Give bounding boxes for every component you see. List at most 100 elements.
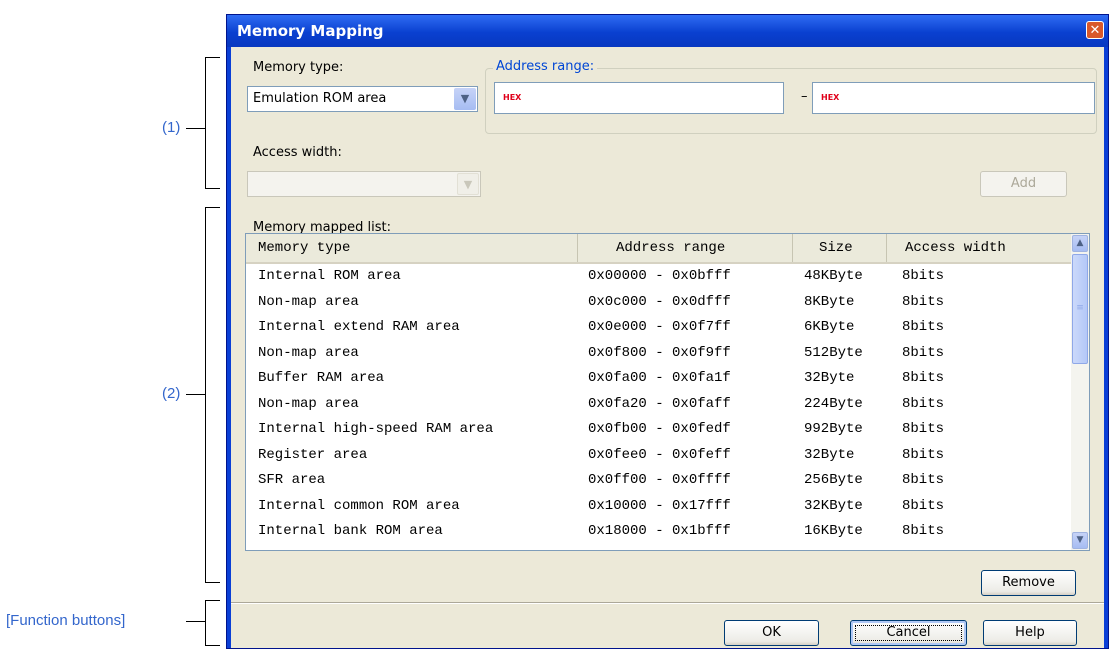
cell-memory-type: Non-map area bbox=[258, 344, 359, 361]
list-rows: Internal ROM area 0x00000 - 0x0bfff 48KByt… bbox=[246, 264, 1071, 545]
bracket-function-buttons bbox=[205, 600, 220, 646]
cell-access-width: 8bits bbox=[902, 472, 945, 488]
memory-type-label: Memory type: bbox=[253, 60, 344, 75]
access-width-label: Access width: bbox=[253, 145, 342, 160]
cell-access-width: 8bits bbox=[902, 497, 945, 514]
cell-address-range: 0x0ff00 - 0x0ffff bbox=[588, 472, 731, 488]
column-header-size[interactable]: Size bbox=[793, 234, 887, 262]
cell-memory-type: Buffer RAM area bbox=[258, 370, 385, 386]
column-header-memory-type[interactable]: Memory type bbox=[246, 234, 578, 262]
list-header: Memory type Address range Size Access wi… bbox=[246, 234, 1071, 264]
callout-function-buttons: [Function buttons] bbox=[6, 612, 126, 629]
cell-size: 32Byte bbox=[804, 446, 855, 463]
cell-memory-type: Register area bbox=[258, 446, 368, 463]
callout-section-2: (2) bbox=[162, 385, 181, 402]
cell-address-range: 0x0f800 - 0x0f9ff bbox=[588, 344, 731, 361]
cell-access-width: 8bits bbox=[902, 268, 945, 284]
column-header-address-range[interactable]: Address range bbox=[578, 234, 793, 262]
address-separator: – bbox=[801, 89, 808, 104]
focus-ring bbox=[855, 625, 962, 641]
cell-size: 6KByte bbox=[804, 319, 855, 335]
cell-size: 992Byte bbox=[804, 421, 863, 437]
cell-memory-type: Non-map area bbox=[258, 395, 359, 412]
cell-address-range: 0x0fb00 - 0x0fedf bbox=[588, 421, 731, 437]
cell-access-width: 8bits bbox=[902, 421, 945, 437]
cell-address-range: 0x0c000 - 0x0dfff bbox=[588, 293, 731, 310]
cell-access-width: 8bits bbox=[902, 319, 945, 335]
close-icon[interactable]: ✕ bbox=[1086, 21, 1104, 39]
cell-memory-type: Internal common ROM area bbox=[258, 497, 460, 514]
cell-memory-type: Internal ROM area bbox=[258, 268, 401, 284]
cell-memory-type: Internal high-speed RAM area bbox=[258, 421, 494, 437]
cell-size: 512Byte bbox=[804, 344, 863, 361]
memory-mapping-dialog: Memory Mapping ✕ Memory type: Emulation … bbox=[226, 14, 1109, 649]
table-row[interactable]: Non-map area 0x0c000 - 0x0dfff 8KByte 8bits bbox=[246, 290, 1071, 316]
address-start-placeholder: HEX bbox=[503, 93, 522, 102]
table-row[interactable]: Non-map area 0x0fa20 - 0x0faff 224Byte 8bit… bbox=[246, 392, 1071, 418]
footer-separator bbox=[231, 602, 1104, 604]
help-button[interactable]: Help bbox=[983, 620, 1077, 646]
cell-size: 16KByte bbox=[804, 523, 863, 539]
memory-type-select[interactable]: Emulation ROM area ▼ bbox=[247, 86, 478, 112]
access-width-select[interactable]: ▼ bbox=[247, 171, 481, 197]
cell-size: 32Byte bbox=[804, 370, 855, 386]
table-row[interactable]: Register area 0x0fee0 - 0x0feff 32Byte 8bit… bbox=[246, 443, 1071, 469]
cell-memory-type: Non-map area bbox=[258, 293, 359, 310]
title-bar[interactable]: Memory Mapping ✕ bbox=[227, 15, 1108, 47]
tick-function-buttons bbox=[186, 621, 205, 622]
cell-size: 256Byte bbox=[804, 472, 863, 488]
table-row[interactable]: Internal high-speed RAM area 0x0fb00 - 0x… bbox=[246, 417, 1071, 443]
dialog-title: Memory Mapping bbox=[237, 22, 384, 40]
vertical-scrollbar[interactable]: ▲ ≡ ▼ bbox=[1071, 234, 1089, 550]
cell-size: 224Byte bbox=[804, 395, 863, 412]
column-header-access-width[interactable]: Access width bbox=[887, 234, 1074, 262]
cell-access-width: 8bits bbox=[902, 293, 945, 310]
cell-access-width: 8bits bbox=[902, 395, 945, 412]
memory-mapped-list[interactable]: Memory type Address range Size Access wi… bbox=[245, 233, 1090, 551]
chevron-down-icon[interactable]: ▼ bbox=[454, 88, 476, 110]
cell-address-range: 0x0fa00 - 0x0fa1f bbox=[588, 370, 731, 386]
cell-address-range: 0x00000 - 0x0bfff bbox=[588, 268, 731, 284]
tick-section-2 bbox=[186, 394, 205, 395]
bracket-section-1 bbox=[205, 57, 220, 189]
cell-size: 8KByte bbox=[804, 293, 855, 310]
tick-section-1 bbox=[186, 128, 205, 129]
cell-address-range: 0x0fa20 - 0x0faff bbox=[588, 395, 731, 412]
memory-type-value: Emulation ROM area bbox=[253, 91, 387, 106]
ok-button[interactable]: OK bbox=[724, 620, 819, 646]
cell-address-range: 0x0e000 - 0x0f7ff bbox=[588, 319, 731, 335]
add-button[interactable]: Add bbox=[980, 171, 1067, 197]
table-row[interactable]: Internal extend RAM area 0x0e000 - 0x0f7f… bbox=[246, 315, 1071, 341]
cell-access-width: 8bits bbox=[902, 370, 945, 386]
chevron-down-icon[interactable]: ▼ bbox=[457, 173, 479, 195]
table-row[interactable]: Non-map area 0x0f800 - 0x0f9ff 512Byte 8bit… bbox=[246, 341, 1071, 367]
cell-size: 48KByte bbox=[804, 268, 863, 284]
bracket-section-2 bbox=[205, 207, 220, 583]
cell-address-range: 0x10000 - 0x17fff bbox=[588, 497, 731, 514]
cancel-button[interactable]: Cancel bbox=[850, 620, 967, 646]
table-row[interactable]: Internal common ROM area 0x10000 - 0x17ff… bbox=[246, 494, 1071, 520]
table-row[interactable]: Internal bank ROM area 0x18000 - 0x1bfff 1… bbox=[246, 519, 1071, 545]
cell-memory-type: Internal bank ROM area bbox=[258, 523, 443, 539]
dialog-client-area: Memory type: Emulation ROM area ▼ Addres… bbox=[231, 47, 1104, 648]
address-range-label: Address range: bbox=[493, 59, 598, 74]
table-row[interactable]: SFR area 0x0ff00 - 0x0ffff 256Byte 8bits bbox=[246, 468, 1071, 494]
cell-address-range: 0x18000 - 0x1bfff bbox=[588, 523, 731, 539]
table-row[interactable]: Buffer RAM area 0x0fa00 - 0x0fa1f 32Byte 8b… bbox=[246, 366, 1071, 392]
remove-button[interactable]: Remove bbox=[981, 570, 1076, 596]
cell-access-width: 8bits bbox=[902, 446, 945, 463]
cell-size: 32KByte bbox=[804, 497, 863, 514]
cell-address-range: 0x0fee0 - 0x0feff bbox=[588, 446, 731, 463]
cell-access-width: 8bits bbox=[902, 344, 945, 361]
address-end-placeholder: HEX bbox=[821, 93, 840, 102]
address-start-input[interactable]: HEX bbox=[494, 82, 784, 114]
cell-access-width: 8bits bbox=[902, 523, 945, 539]
address-end-input[interactable]: HEX bbox=[812, 82, 1095, 114]
cell-memory-type: Internal extend RAM area bbox=[258, 319, 460, 335]
scroll-down-icon[interactable]: ▼ bbox=[1072, 532, 1088, 549]
cell-memory-type: SFR area bbox=[258, 472, 326, 488]
scroll-up-icon[interactable]: ▲ bbox=[1072, 235, 1088, 252]
table-row[interactable]: Internal ROM area 0x00000 - 0x0bfff 48KByt… bbox=[246, 264, 1071, 290]
scrollbar-thumb[interactable]: ≡ bbox=[1072, 254, 1088, 364]
callout-section-1: (1) bbox=[162, 119, 181, 136]
